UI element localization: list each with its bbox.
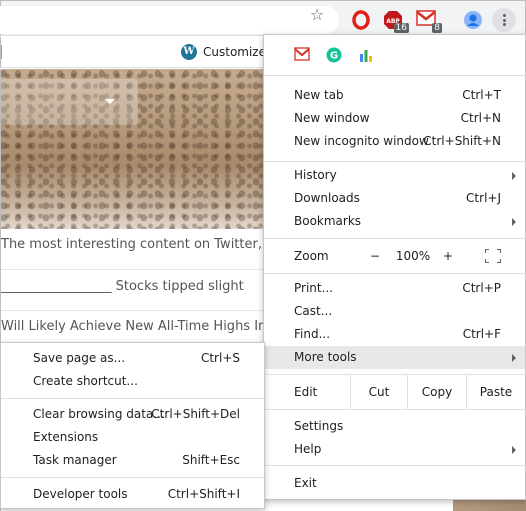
menu-item-help[interactable]: Help [264,438,525,461]
submenu-item-clear-browsing-data[interactable]: Clear browsing data... Ctrl+Shift+Del [1,403,264,426]
zoom-in-button[interactable]: + [437,239,459,273]
menu-item-new-window[interactable]: New window Ctrl+N [264,107,525,130]
menu-item-label: New window [294,111,370,125]
submenu-item-save-page[interactable]: Save page as... Ctrl+S [1,347,264,370]
menu-item-label: Developer tools [33,487,128,501]
menu-item-label: Settings [294,419,344,433]
menu-separator [1,477,264,478]
menu-item-label: Save page as... [33,351,126,365]
gmail-badge: 8 [432,23,442,33]
zoom-level: 100% [395,249,431,263]
zoom-label: Zoom [294,249,329,263]
caret-down-icon [105,99,115,104]
submenu-arrow-icon [512,446,516,454]
menu-item-shortcut: Shift+Esc [182,453,240,467]
bookmarks-separator [1,45,2,59]
chart-icon[interactable] [358,47,374,63]
menu-item-shortcut: Ctrl+J [466,191,501,205]
browser-toolbar: ☆ ABP 16 8 [0,0,526,36]
menu-item-downloads[interactable]: Downloads Ctrl+J [264,187,525,210]
menu-item-new-incognito-window[interactable]: New incognito window Ctrl+Shift+N [264,130,525,153]
menu-item-shortcut: Ctrl+F [462,327,501,341]
menu-item-label: Downloads [294,191,360,205]
submenu-arrow-icon [512,218,516,226]
menu-item-label: Clear browsing data... [33,407,165,421]
submenu-arrow-icon [512,172,516,180]
menu-item-find[interactable]: Find... Ctrl+F [264,323,525,346]
edit-label: Edit [294,385,318,399]
menu-item-shortcut: Ctrl+P [462,281,501,295]
menu-item-label: Exit [294,476,317,490]
menu-separator [264,75,525,76]
menu-item-cast[interactable]: Cast... [264,300,525,323]
grammarly-icon[interactable]: G [326,47,342,63]
adblock-icon[interactable]: ABP 16 [383,10,409,33]
menu-separator [264,465,525,466]
menu-zoom-row: Zoom − 100% + [264,239,525,273]
submenu-arrow-icon [512,354,516,362]
fullscreen-icon[interactable] [485,249,501,263]
gmail-icon[interactable]: 8 [416,10,442,33]
menu-separator [264,273,525,274]
menu-item-shortcut: Ctrl+S [200,351,240,365]
menu-item-label: Print... [294,281,334,295]
menu-item-label: Extensions [33,430,99,444]
menu-separator [264,409,525,410]
zoom-out-button[interactable]: − [364,239,386,273]
adblock-badge: 16 [393,23,409,33]
menu-item-label: History [294,168,337,182]
submenu-item-extensions[interactable]: Extensions [1,426,264,449]
copy-button[interactable]: Copy [407,375,466,409]
submenu-item-create-shortcut[interactable]: Create shortcut... [1,370,264,393]
menu-item-print[interactable]: Print... Ctrl+P [264,277,525,300]
menu-item-label: More tools [294,350,357,364]
menu-item-new-tab[interactable]: New tab Ctrl+T [264,84,525,107]
menu-separator [264,161,525,162]
menu-item-exit[interactable]: Exit [264,472,525,495]
menu-item-label: New incognito window [294,134,429,148]
paste-button[interactable]: Paste [466,375,525,409]
menu-item-shortcut: Ctrl+Shift+I [167,487,240,501]
address-bar[interactable] [0,6,339,34]
menu-item-history[interactable]: History [264,164,525,187]
menu-item-shortcut: Ctrl+Shift+Del [151,407,240,421]
menu-item-label: Cast... [294,304,333,318]
menu-item-label: Bookmarks [294,214,362,228]
wordpress-icon: W [181,44,197,60]
menu-item-label: Help [294,442,322,456]
menu-item-more-tools[interactable]: More tools [264,346,525,369]
bookmark-customize[interactable]: W Customize [181,42,266,62]
menu-item-label: Create shortcut... [33,374,138,388]
headline[interactable]: _________________ Stocks tipped slight [1,279,244,301]
chrome-main-menu: G New tab Ctrl+T New window Ctrl+N New i… [263,34,526,500]
menu-item-shortcut: Ctrl+T [462,88,501,102]
bookmark-customize-label: Customize [203,45,266,59]
cut-button[interactable]: Cut [350,375,407,409]
menu-item-label: Find... [294,327,331,341]
headline[interactable]: The most interesting content on Twitter,… [1,237,271,259]
submenu-item-developer-tools[interactable]: Developer tools Ctrl+Shift+I [1,483,264,506]
menu-item-settings[interactable]: Settings [264,415,525,438]
gmail-icon[interactable] [294,47,310,63]
page-dropdown[interactable] [1,79,138,125]
menu-separator [1,398,264,399]
menu-edit-row: Edit Cut Copy Paste [264,375,525,409]
profile-icon[interactable] [463,10,483,30]
headline[interactable]: Will Likely Achieve New All-Time Highs I… [1,319,266,341]
menu-item-label: Task manager [33,453,117,467]
svg-text:G: G [330,51,338,62]
menu-item-shortcut: Ctrl+Shift+N [423,134,501,148]
opera-icon[interactable] [351,10,371,30]
menu-item-shortcut: Ctrl+N [460,111,501,125]
submenu-item-task-manager[interactable]: Task manager Shift+Esc [1,449,264,472]
menu-extension-row: G [264,35,525,75]
kebab-menu-icon[interactable] [492,8,516,32]
menu-item-bookmarks[interactable]: Bookmarks [264,210,525,233]
menu-item-label: New tab [294,88,344,102]
star-icon[interactable]: ☆ [307,5,327,25]
more-tools-submenu: Save page as... Ctrl+S Create shortcut..… [0,342,265,509]
